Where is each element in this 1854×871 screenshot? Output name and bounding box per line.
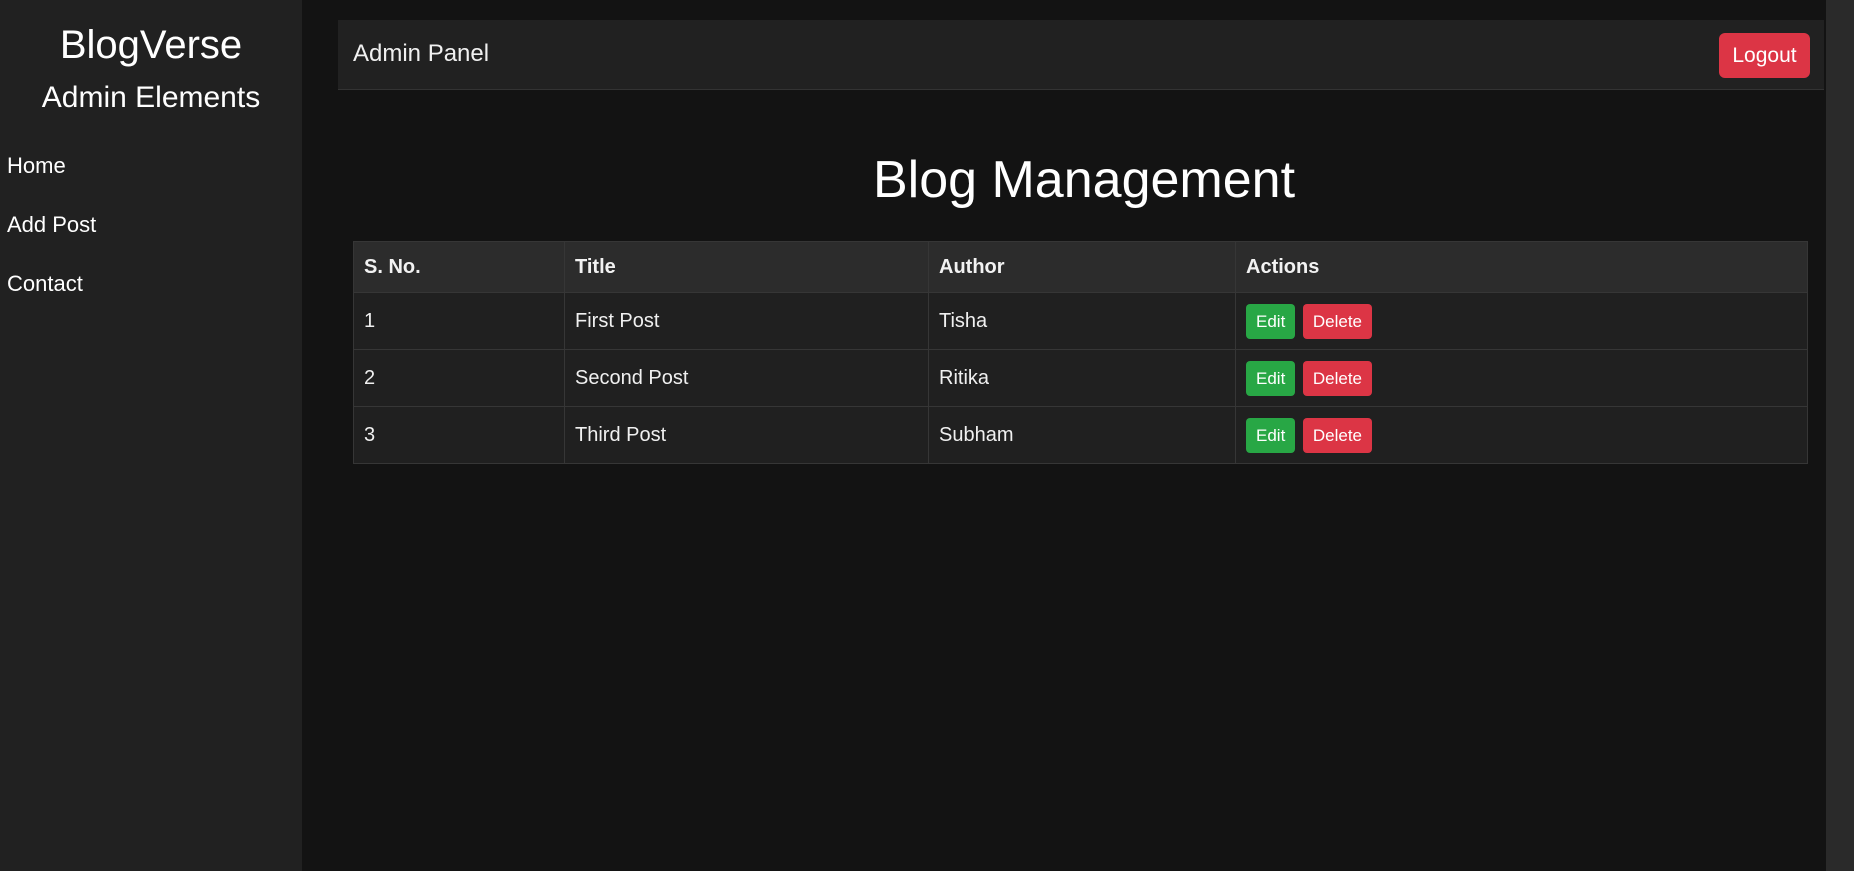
cell-sno: 2 xyxy=(353,349,565,407)
cell-actions: Edit Delete xyxy=(1235,406,1808,464)
blog-table-container: S. No. Title Author Actions 1 First Post… xyxy=(353,241,1808,464)
column-header-sno: S. No. xyxy=(353,241,565,293)
blog-table: S. No. Title Author Actions 1 First Post… xyxy=(353,241,1808,464)
delete-button[interactable]: Delete xyxy=(1302,417,1372,453)
cell-title: Third Post xyxy=(564,406,929,464)
sidebar-item-home[interactable]: Home xyxy=(0,136,302,195)
delete-button[interactable]: Delete xyxy=(1302,303,1372,339)
cell-title: Second Post xyxy=(564,349,929,407)
edit-button[interactable]: Edit xyxy=(1246,360,1296,396)
cell-author: Tisha xyxy=(928,292,1236,350)
cell-actions: Edit Delete xyxy=(1235,349,1808,407)
table-header-row: S. No. Title Author Actions xyxy=(353,241,1808,293)
cell-author: Subham xyxy=(928,406,1236,464)
sidebar-subtitle: Admin Elements xyxy=(41,81,261,114)
column-header-actions: Actions xyxy=(1235,241,1808,293)
cell-sno: 1 xyxy=(353,292,565,350)
vertical-scrollbar[interactable] xyxy=(1826,0,1854,871)
top-navbar: Admin Panel Logout xyxy=(338,20,1824,90)
edit-button[interactable]: Edit xyxy=(1246,303,1296,339)
table-row: 2 Second Post Ritika Edit Delete xyxy=(353,349,1808,407)
brand-title: BlogVerse xyxy=(59,23,243,67)
admin-panel-title: Admin Panel xyxy=(353,40,490,67)
table-row: 1 First Post Tisha Edit Delete xyxy=(353,292,1808,350)
column-header-author: Author xyxy=(928,241,1236,293)
sidebar-item-contact[interactable]: Contact xyxy=(0,254,302,313)
cell-sno: 3 xyxy=(353,406,565,464)
column-header-title: Title xyxy=(564,241,929,293)
cell-title: First Post xyxy=(564,292,929,350)
sidebar-nav: Home Add Post Contact xyxy=(0,136,302,313)
main-content: Admin Panel Logout Blog Management S. No… xyxy=(302,0,1826,871)
sidebar: BlogVerse Admin Elements Home Add Post C… xyxy=(0,0,302,871)
sidebar-item-add-post[interactable]: Add Post xyxy=(0,195,302,254)
page-title: Blog Management xyxy=(872,151,1296,209)
cell-actions: Edit Delete xyxy=(1235,292,1808,350)
cell-author: Ritika xyxy=(928,349,1236,407)
table-row: 3 Third Post Subham Edit Delete xyxy=(353,406,1808,464)
delete-button[interactable]: Delete xyxy=(1302,360,1372,396)
edit-button[interactable]: Edit xyxy=(1246,417,1296,453)
logout-button[interactable]: Logout xyxy=(1719,33,1810,78)
